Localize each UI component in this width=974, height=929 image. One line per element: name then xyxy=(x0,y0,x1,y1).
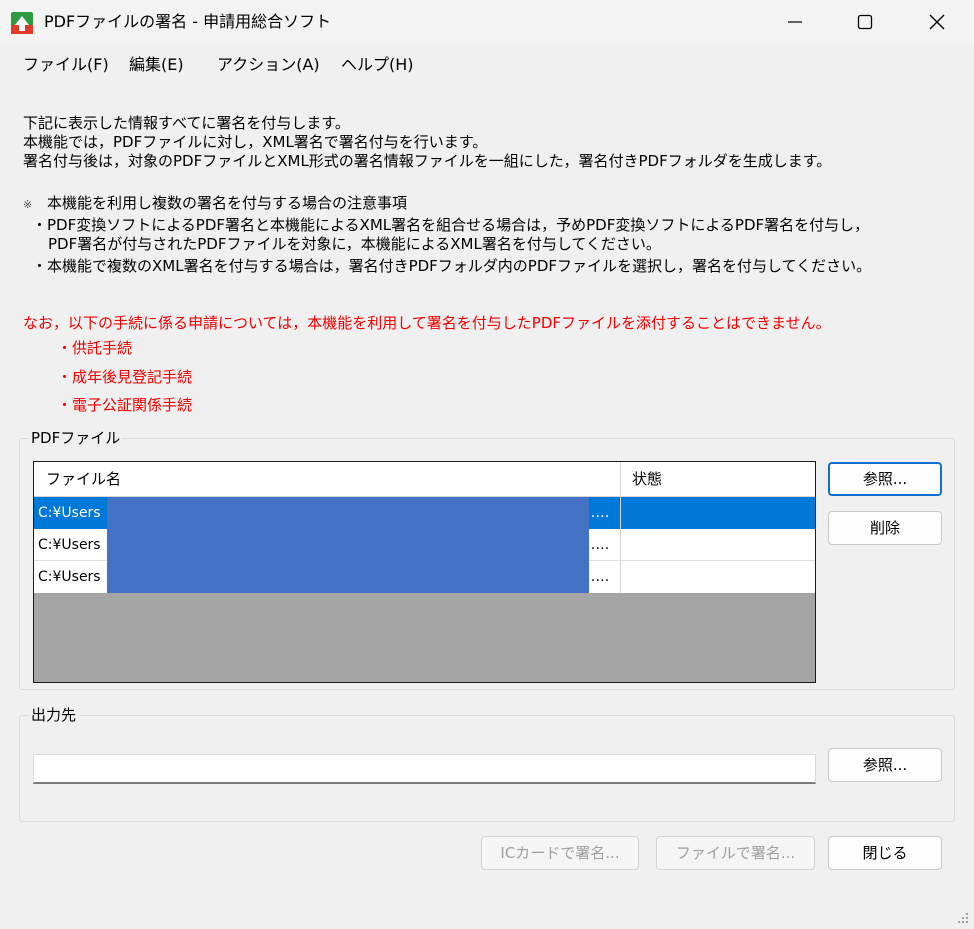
minimize-icon xyxy=(788,21,802,23)
close-button[interactable]: 閉じる xyxy=(828,836,942,870)
excluded-procedure: ・供託手続 xyxy=(57,339,133,357)
file-status-cell xyxy=(620,529,815,561)
file-name-ellipsis: ‥… xyxy=(586,569,610,585)
note-line: PDF署名が付与されたPDFファイルを対象に，本機能によるXML署名を付与してく… xyxy=(48,235,661,253)
output-group-label: 出力先 xyxy=(29,706,79,724)
menu-help[interactable]: ヘルプ(H) xyxy=(341,55,414,75)
file-status-cell xyxy=(620,497,815,529)
column-separator[interactable] xyxy=(620,462,621,593)
menu-bar: ファイル(F) 編集(E) アクション(A) ヘルプ(H) xyxy=(0,48,974,82)
maximize-button[interactable] xyxy=(830,0,900,44)
redaction-block xyxy=(107,497,589,593)
file-name-ellipsis: ‥… xyxy=(586,505,610,521)
warning-text: なお，以下の手続に係る申請については，本機能を利用して署名を付与したPDFファイ… xyxy=(23,314,831,332)
menu-edit[interactable]: 編集(E) xyxy=(129,55,184,75)
output-path-field[interactable] xyxy=(33,754,816,784)
pdf-file-list[interactable]: ファイル名 状態 C:¥Users ‥… C:¥Users ‥… C:¥User… xyxy=(33,461,816,683)
info-line: 下記に表示した情報すべてに署名を付与します。 xyxy=(23,114,350,132)
app-logo-icon xyxy=(11,12,33,34)
note-mark: ※ xyxy=(23,198,33,211)
delete-pdf-button[interactable]: 削除 xyxy=(828,511,942,545)
close-window-button[interactable] xyxy=(902,0,972,44)
title-bar[interactable]: PDFファイルの署名 - 申請用総合ソフト xyxy=(0,0,974,44)
file-sign-button[interactable]: ファイルで署名... xyxy=(656,836,815,870)
close-icon xyxy=(929,14,945,30)
column-header-status[interactable]: 状態 xyxy=(620,462,815,496)
menu-action[interactable]: アクション(A) xyxy=(217,55,320,75)
note-line: ・本機能で複数のXML署名を付与する場合は，署名付きPDFフォルダ内のPDFファ… xyxy=(32,257,872,275)
note-line: ・PDF変換ソフトによるPDF署名と本機能によるXML署名を組合せる場合は，予め… xyxy=(32,216,870,234)
resize-grip-icon[interactable] xyxy=(956,911,970,925)
info-line: 本機能では，PDFファイルに対し，XML署名で署名付与を行います。 xyxy=(23,133,488,151)
menu-file[interactable]: ファイル(F) xyxy=(23,55,109,75)
info-line: 署名付与後は，対象のPDFファイルとXML形式の署名情報ファイルを一組にした，署… xyxy=(23,152,832,170)
ic-card-sign-button[interactable]: ICカードで署名... xyxy=(481,836,639,870)
file-status-cell xyxy=(620,561,815,593)
column-header-filename[interactable]: ファイル名 xyxy=(34,462,620,496)
window-title: PDFファイルの署名 - 申請用総合ソフト xyxy=(44,12,332,31)
note-title: 本機能を利用し複数の署名を付与する場合の注意事項 xyxy=(47,194,408,212)
browse-pdf-button[interactable]: 参照... xyxy=(828,462,942,496)
excluded-procedure: ・成年後見登記手続 xyxy=(57,368,193,386)
pdf-file-group-label: PDFファイル xyxy=(29,429,123,447)
excluded-procedure: ・電子公証関係手続 xyxy=(57,396,193,414)
browse-output-button[interactable]: 参照... xyxy=(828,748,942,782)
maximize-icon xyxy=(857,14,873,30)
file-list-header: ファイル名 状態 xyxy=(34,462,815,497)
minimize-button[interactable] xyxy=(760,0,830,44)
file-name-ellipsis: ‥… xyxy=(586,537,610,553)
